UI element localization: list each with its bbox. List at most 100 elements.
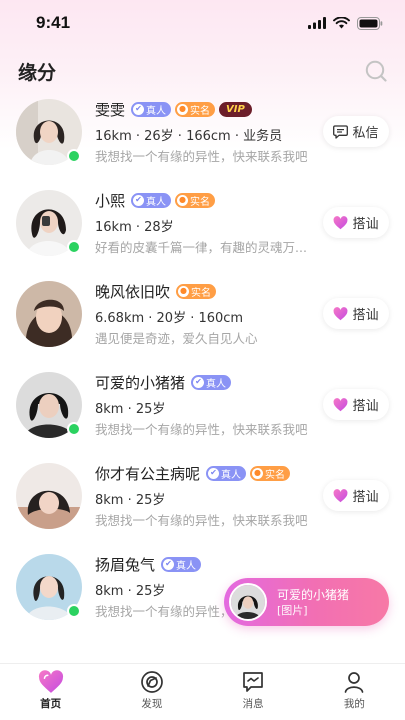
greet-button[interactable]: 搭讪 xyxy=(323,298,389,329)
verified-badge: ✔ 真人 xyxy=(131,101,172,117)
badge-label: 真人 xyxy=(176,560,197,572)
badge-label: 真人 xyxy=(146,196,167,208)
avatar-container[interactable] xyxy=(16,99,82,165)
list-item[interactable]: 晚风依旧吹 ● 实名 6.68km · 20岁 · 160cm 遇见便是奇迹，爱久… xyxy=(0,278,405,369)
name-row: 扬眉兔气 ✔ 真人 xyxy=(95,553,315,575)
message-button[interactable]: 私信 xyxy=(323,116,389,147)
user-info: 小熙 ✔ 真人 ● 实名 16km · 28岁 好看的皮囊千篇一律，有趣的灵魂万..… xyxy=(95,189,315,256)
vip-badge: VIP xyxy=(219,101,252,117)
badge-label: 真人 xyxy=(146,105,167,117)
user-name: 你才有公主病呢 xyxy=(95,464,201,483)
header: 缘分 xyxy=(0,46,405,96)
page-title: 缘分 xyxy=(18,61,57,84)
toast-sender: 可爱的小猪猪 xyxy=(277,587,350,602)
name-row: 你才有公主病呢 ✔ 真人 ● 实名 xyxy=(95,462,315,484)
badge-label: 真人 xyxy=(206,378,227,390)
avatar-container[interactable] xyxy=(16,281,82,347)
user-info: 晚风依旧吹 ● 实名 6.68km · 20岁 · 160cm 遇见便是奇迹，爱久… xyxy=(95,280,315,347)
tab-bar: 首页 发现 消息 我的 xyxy=(0,663,405,720)
user-bio: 我想找一个有缘的异性，快来联系我吧 xyxy=(95,422,308,437)
verified-icon: ✔ xyxy=(133,103,145,115)
list-item[interactable]: 雯雯 ✔ 真人 ● 实名 VIP 16km · 26岁 · 166cm · 业务员 … xyxy=(0,96,405,187)
heart-icon xyxy=(334,488,348,502)
online-indicator xyxy=(67,604,81,618)
battery-icon xyxy=(357,16,383,30)
user-name: 可爱的小猪猪 xyxy=(95,373,186,392)
chat-bubble-icon xyxy=(333,124,349,139)
user-bio: 我想找一个有缘的异性，快来联系我吧 xyxy=(95,513,308,528)
heart-icon xyxy=(334,306,348,320)
greet-button[interactable]: 搭讪 xyxy=(323,207,389,238)
user-info: 可爱的小猪猪 ✔ 真人 8km · 25岁 我想找一个有缘的异性，快来联系我吧 xyxy=(95,371,315,438)
list-item[interactable]: 可爱的小猪猪 ✔ 真人 8km · 25岁 我想找一个有缘的异性，快来联系我吧 搭… xyxy=(0,369,405,460)
signal-icon xyxy=(308,17,326,29)
user-bio: 我想找一个有缘的异性，快来联系我吧 xyxy=(95,149,308,164)
toast-avatar xyxy=(229,583,267,621)
tab-profile[interactable]: 我的 xyxy=(304,664,405,720)
verified-badge: ✔ 真人 xyxy=(161,556,202,572)
toast-text: 可爱的小猪猪 [图片] xyxy=(277,587,349,618)
greet-button[interactable]: 搭讪 xyxy=(323,480,389,511)
tab-messages[interactable]: 消息 xyxy=(203,664,304,720)
message-toast[interactable]: 可爱的小猪猪 [图片] xyxy=(224,578,389,626)
badge-label: 实名 xyxy=(265,469,286,481)
message-icon xyxy=(243,672,263,692)
tab-label: 首页 xyxy=(40,698,62,710)
list-item[interactable]: 小熙 ✔ 真人 ● 实名 16km · 28岁 好看的皮囊千篇一律，有趣的灵魂万..… xyxy=(0,187,405,278)
user-stats: 6.68km · 20岁 · 160cm xyxy=(95,311,244,326)
user-stats: 16km · 26岁 · 166cm · 业务员 xyxy=(95,129,283,144)
list-item[interactable]: 你才有公主病呢 ✔ 真人 ● 实名 8km · 25岁 我想找一个有缘的异性，快来联… xyxy=(0,460,405,551)
home-heart-icon xyxy=(38,670,63,693)
user-stats: 8km · 25岁 xyxy=(95,402,166,417)
verified-badge: ✔ 真人 xyxy=(191,374,232,390)
search-icon xyxy=(365,60,387,82)
avatar-container[interactable] xyxy=(16,190,82,256)
user-name: 小熙 xyxy=(95,191,126,210)
avatar-container[interactable] xyxy=(16,554,82,620)
user-info: 你才有公主病呢 ✔ 真人 ● 实名 8km · 25岁 我想找一个有缘的异性，快来联… xyxy=(95,462,315,529)
name-row: 小熙 ✔ 真人 ● 实名 xyxy=(95,189,315,211)
status-time: 9:41 xyxy=(36,13,71,32)
badge-label: 实名 xyxy=(191,287,212,299)
verified-icon: ✔ xyxy=(163,558,175,570)
verified-icon: ✔ xyxy=(193,376,205,388)
user-info: 雯雯 ✔ 真人 ● 实名 VIP 16km · 26岁 · 166cm · 业务员 … xyxy=(95,98,315,165)
person-icon: ● xyxy=(178,285,190,297)
realname-badge: ● 实名 xyxy=(250,465,291,481)
verified-badge: ✔ 真人 xyxy=(206,465,247,481)
tab-home[interactable]: 首页 xyxy=(0,664,101,720)
tab-discover[interactable]: 发现 xyxy=(101,664,202,720)
avatar xyxy=(16,281,82,347)
verified-icon: ✔ xyxy=(208,467,220,479)
profile-icon xyxy=(345,672,364,693)
tab-label: 消息 xyxy=(242,698,264,710)
user-name: 扬眉兔气 xyxy=(95,555,156,574)
action-label: 搭讪 xyxy=(352,490,379,505)
status-icons xyxy=(308,16,383,30)
action-label: 搭讪 xyxy=(352,399,379,414)
verified-icon: ✔ xyxy=(133,194,145,206)
badge-label: 真人 xyxy=(221,469,242,481)
action-label: 私信 xyxy=(352,126,379,141)
toast-content: [图片] xyxy=(277,603,308,617)
heart-icon xyxy=(334,397,348,411)
verified-badge: ✔ 真人 xyxy=(131,192,172,208)
heart-icon xyxy=(334,215,348,229)
avatar-container[interactable] xyxy=(16,463,82,529)
realname-badge: ● 实名 xyxy=(175,101,216,117)
online-indicator xyxy=(67,240,81,254)
user-bio: 遇见便是奇迹，爱久自见人心 xyxy=(95,331,258,346)
search-button[interactable] xyxy=(363,58,389,84)
person-icon: ● xyxy=(252,467,264,479)
avatar-container[interactable] xyxy=(16,372,82,438)
badge-label: 实名 xyxy=(190,196,211,208)
user-name: 雯雯 xyxy=(95,100,126,119)
avatar xyxy=(16,463,82,529)
user-bio: 好看的皮囊千篇一律，有趣的灵魂万... xyxy=(95,240,307,255)
name-row: 雯雯 ✔ 真人 ● 实名 VIP xyxy=(95,98,315,120)
online-indicator xyxy=(67,149,81,163)
greet-button[interactable]: 搭讪 xyxy=(323,389,389,420)
online-indicator xyxy=(67,422,81,436)
name-row: 可爱的小猪猪 ✔ 真人 xyxy=(95,371,315,393)
tab-label: 我的 xyxy=(343,698,365,710)
